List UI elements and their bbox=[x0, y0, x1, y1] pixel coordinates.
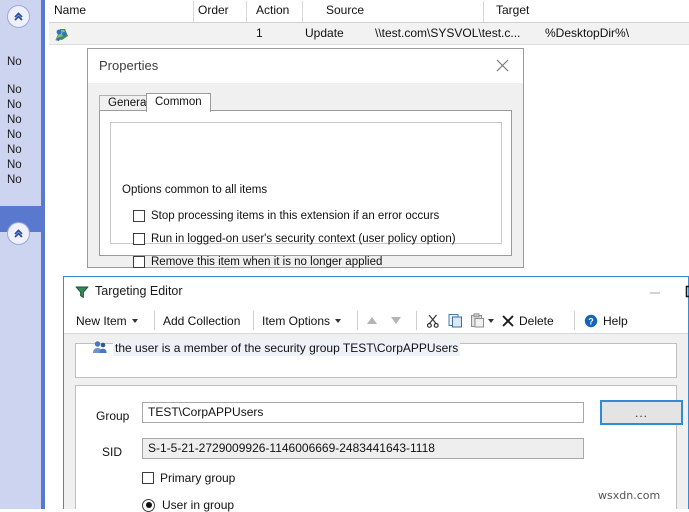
add-collection-button[interactable]: Add Collection bbox=[163, 311, 240, 330]
properties-dialog: Properties General Common Options common… bbox=[87, 48, 579, 341]
column-header-source[interactable]: Source bbox=[326, 3, 364, 17]
new-item-label: New Item bbox=[76, 313, 127, 328]
help-button[interactable]: ? Help bbox=[584, 311, 628, 330]
delete-button[interactable]: Delete bbox=[502, 311, 554, 330]
properties-body: General Common Options common to all ite… bbox=[88, 83, 579, 341]
new-item-button[interactable]: New Item bbox=[76, 311, 138, 330]
targeting-detail-pane: Group TEST\CorpAPPUsers ... SID S-1-5-21… bbox=[75, 385, 683, 512]
checkbox-run-logged-on[interactable] bbox=[133, 232, 145, 245]
list-column-header bbox=[49, 0, 689, 23]
group-label: Group bbox=[96, 409, 130, 423]
option-row-stop-processing[interactable]: Stop processing items in this extension … bbox=[133, 207, 439, 224]
checkbox-stop-processing[interactable] bbox=[133, 209, 145, 222]
primary-group-label: Primary group bbox=[160, 471, 236, 485]
toolbar-separator bbox=[416, 311, 417, 330]
double-chevron-up-icon[interactable] bbox=[7, 5, 30, 28]
column-separator[interactable] bbox=[246, 1, 247, 22]
scissors-icon[interactable] bbox=[426, 311, 440, 330]
targeting-editor-titlebar[interactable]: Targeting Editor bbox=[64, 277, 689, 307]
double-chevron-up-icon-bottom[interactable] bbox=[7, 222, 30, 245]
options-groupbox bbox=[110, 122, 502, 244]
chevron-down-icon[interactable] bbox=[131, 318, 138, 323]
cell-target: %DesktopDir%\ bbox=[545, 26, 630, 40]
filter-funnel-icon bbox=[75, 285, 89, 299]
targeting-editor-toolbar: New Item Add Collection Item Options Del… bbox=[64, 307, 688, 334]
properties-title: Properties bbox=[99, 58, 159, 73]
close-icon[interactable] bbox=[485, 52, 519, 78]
column-separator[interactable] bbox=[483, 1, 484, 22]
security-group-icon bbox=[92, 339, 108, 355]
table-row[interactable]: 1 Update \\test.com\SYSVOL\test.c... %De… bbox=[49, 23, 689, 45]
delete-label: Delete bbox=[519, 313, 554, 328]
help-label: Help bbox=[603, 313, 628, 328]
targeting-editor-content: the user is a member of the security gro… bbox=[64, 334, 688, 512]
group-input[interactable]: TEST\CorpAPPUsers bbox=[142, 402, 584, 423]
help-question-icon: ? bbox=[584, 314, 598, 328]
cell-order: 1 bbox=[256, 26, 263, 40]
shortcut-file-icon bbox=[53, 25, 71, 43]
option-label-remove-item: Remove this item when it is no longer ap… bbox=[151, 255, 383, 268]
tab-common[interactable]: Common bbox=[146, 93, 211, 112]
sid-input[interactable]: S-1-5-21-2729009926-1146006669-248344164… bbox=[142, 438, 584, 459]
cell-source: \\test.com\SYSVOL\test.c... bbox=[375, 26, 521, 40]
arrow-up-icon[interactable] bbox=[367, 311, 377, 330]
user-in-group-row[interactable]: User in group bbox=[142, 498, 234, 512]
copy-icon[interactable] bbox=[448, 311, 464, 330]
navigation-rail-bottom[interactable] bbox=[0, 232, 45, 509]
properties-titlebar[interactable]: Properties bbox=[88, 49, 523, 83]
checkbox-primary-group[interactable] bbox=[142, 472, 154, 484]
x-delete-icon bbox=[502, 314, 514, 327]
nav-entry-2[interactable]: No bbox=[7, 99, 37, 112]
svg-text:?: ? bbox=[588, 316, 594, 326]
toolbar-separator bbox=[357, 311, 358, 330]
column-separator[interactable] bbox=[193, 1, 194, 22]
tab-page-common: Options common to all items Stop process… bbox=[99, 110, 512, 314]
column-separator[interactable] bbox=[302, 1, 303, 22]
nav-entry-5[interactable]: No bbox=[7, 144, 37, 157]
toolbar-separator bbox=[574, 311, 575, 330]
options-groupbox-label: Options common to all items bbox=[118, 184, 272, 196]
minimize-icon[interactable] bbox=[640, 277, 670, 306]
option-label-run-logged-on: Run in logged-on user's security context… bbox=[151, 232, 456, 245]
chevron-down-icon[interactable] bbox=[335, 318, 342, 323]
watermark: wsxdn.com bbox=[598, 489, 661, 502]
toolbar-separator bbox=[154, 311, 155, 330]
cell-action: Update bbox=[305, 26, 344, 40]
item-options-button[interactable]: Item Options bbox=[262, 311, 342, 330]
checkbox-remove-item[interactable] bbox=[133, 255, 145, 268]
nav-entry-7[interactable]: No bbox=[7, 174, 37, 187]
primary-group-row[interactable]: Primary group bbox=[142, 471, 235, 485]
paste-icon[interactable] bbox=[470, 311, 485, 330]
properties-tabstrip: General Common bbox=[99, 93, 512, 112]
nav-entry-1[interactable]: No bbox=[7, 84, 37, 97]
nav-entry-3[interactable]: No bbox=[7, 114, 37, 127]
browse-button[interactable]: ... bbox=[600, 400, 683, 425]
user-in-group-label: User in group bbox=[162, 498, 235, 512]
column-header-action[interactable]: Action bbox=[256, 3, 289, 17]
nav-entry-6[interactable]: No bbox=[7, 159, 37, 172]
maximize-icon[interactable] bbox=[676, 277, 689, 306]
option-row-remove-item[interactable]: Remove this item when it is no longer ap… bbox=[133, 253, 382, 270]
column-header-name[interactable]: Name bbox=[54, 3, 86, 17]
nav-entry-0[interactable]: No bbox=[7, 56, 37, 69]
targeting-editor-title: Targeting Editor bbox=[95, 284, 183, 298]
option-label-stop-processing: Stop processing items in this extension … bbox=[151, 209, 440, 222]
column-header-target[interactable]: Target bbox=[496, 3, 529, 17]
targeting-rule-text[interactable]: the user is a member of the security gro… bbox=[113, 340, 461, 356]
targeting-editor-window: Targeting Editor New Item Add Collection… bbox=[63, 276, 689, 512]
paste-dropdown-chevron-down-icon[interactable] bbox=[488, 311, 494, 330]
sid-label: SID bbox=[102, 445, 123, 459]
column-header-order[interactable]: Order bbox=[198, 3, 229, 17]
nav-entry-4[interactable]: No bbox=[7, 129, 37, 142]
toolbar-separator bbox=[253, 311, 254, 330]
arrow-down-icon[interactable] bbox=[391, 311, 401, 330]
item-options-label: Item Options bbox=[262, 313, 331, 328]
option-row-run-logged-on[interactable]: Run in logged-on user's security context… bbox=[133, 230, 456, 247]
radio-user-in-group[interactable] bbox=[142, 498, 155, 512]
